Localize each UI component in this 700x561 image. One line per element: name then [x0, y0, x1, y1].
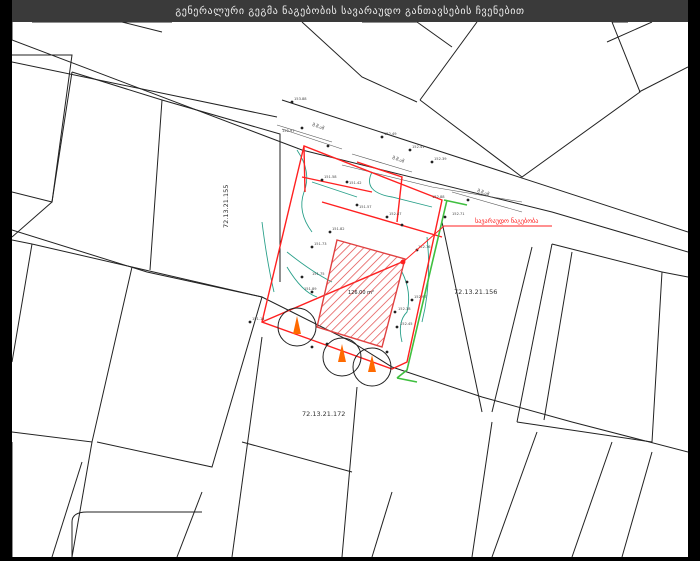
svg-text:152.97: 152.97: [414, 295, 427, 299]
svg-text:152.41: 152.41: [412, 145, 425, 149]
svg-text:151.42: 151.42: [349, 181, 362, 185]
callout-label: სავარაუდო ნაგებობა: [475, 216, 538, 225]
parcel-label-left: 72.13.21.155: [222, 185, 230, 228]
parcel-label-right: 72.13.21.156: [454, 288, 497, 296]
street-label-1: შ.შ.ამ: [311, 121, 325, 132]
svg-text:152.49: 152.49: [384, 132, 397, 136]
svg-text:151.73: 151.73: [314, 242, 327, 246]
map-frame: გენერალური გეგმა ნაგებობის სავარაუდო გან…: [0, 0, 700, 558]
map-title: გენერალური გეგმა ნაგებობის სავარაუდო გან…: [12, 0, 688, 22]
svg-text:153.88: 153.88: [294, 97, 307, 101]
svg-text:152.88: 152.88: [432, 195, 445, 199]
svg-text:151.58: 151.58: [324, 175, 337, 179]
svg-text:152.47: 152.47: [389, 212, 402, 216]
site-plan-svg: 126.00 m² 153.88 152.97 152.49 152.41 15…: [11, 21, 689, 558]
parcel-label-bottom: 72.13.21.172: [302, 410, 345, 418]
svg-text:152.39: 152.39: [434, 157, 447, 161]
svg-text:151.75: 151.75: [312, 272, 325, 276]
svg-text:151.14: 151.14: [252, 317, 265, 321]
svg-text:152.71: 152.71: [452, 212, 465, 216]
svg-text:151.89: 151.89: [304, 287, 317, 291]
svg-text:151.57: 151.57: [359, 205, 372, 209]
proposed-building: 126.00 m²: [316, 239, 406, 348]
tree-1: [277, 307, 317, 347]
site-plan-map: 126.00 m² 153.88 152.97 152.49 152.41 15…: [11, 21, 689, 558]
svg-text:151.82: 151.82: [332, 227, 345, 231]
svg-text:152.38: 152.38: [398, 307, 411, 311]
svg-text:152.97: 152.97: [282, 129, 295, 133]
svg-text:152.45: 152.45: [400, 322, 413, 326]
building-area-label: 126.00 m²: [348, 290, 374, 296]
street-label-2: შ.შ.ამ: [391, 154, 405, 165]
